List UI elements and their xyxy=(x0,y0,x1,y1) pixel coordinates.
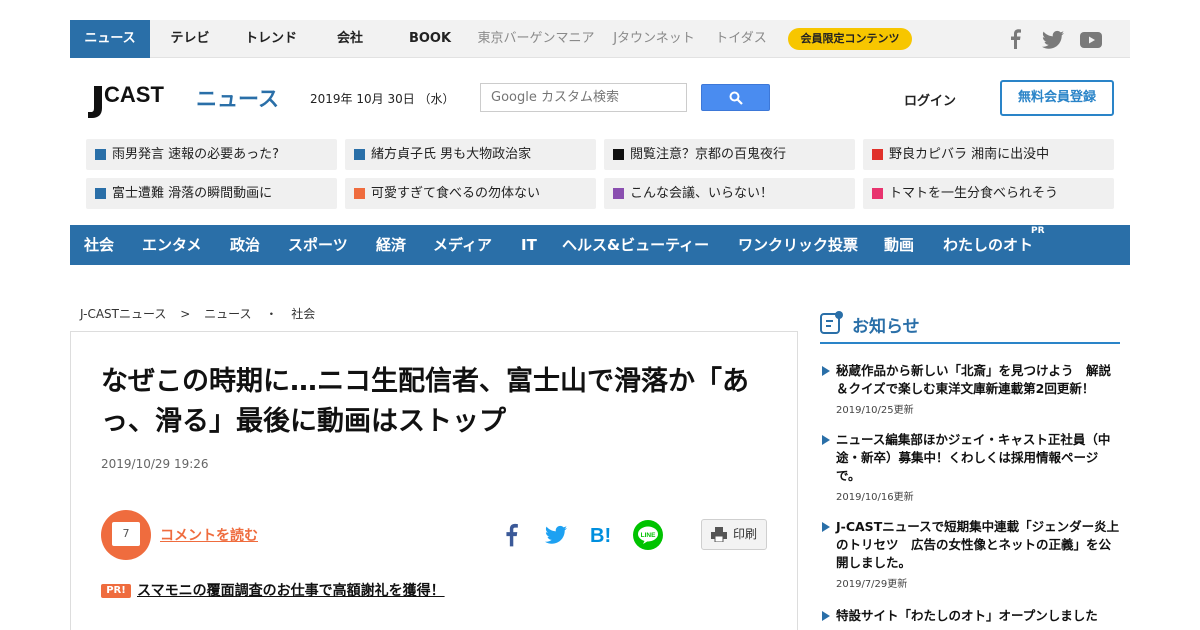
search-input[interactable] xyxy=(480,83,687,112)
notice-icon xyxy=(820,311,843,334)
printer-icon xyxy=(711,527,727,542)
notice-item[interactable]: ニュース編集部ほかジェイ・キャスト正社員（中途・新卒）募集中！くわしくは採用情報… xyxy=(822,431,1122,503)
topnav-jtown[interactable]: Jタウンネット xyxy=(608,20,700,58)
facebook-icon[interactable] xyxy=(1008,29,1022,49)
trend-label: 可愛すぎて食べるの勿体ない xyxy=(371,186,541,201)
notice-date: 2019/7/29更新 xyxy=(836,579,908,590)
notice-date: 2019/10/16更新 xyxy=(836,492,914,503)
trend-label: 雨男発言 速報の必要あった? xyxy=(112,147,280,162)
svg-text:CAST: CAST xyxy=(104,82,164,107)
cat-one-click-vote[interactable]: ワンクリック投票 xyxy=(738,225,858,265)
trend-label: 閲覧注意？京都の百鬼夜行 xyxy=(630,147,787,162)
twitter-icon[interactable] xyxy=(1042,30,1064,50)
trend-item[interactable]: 富士遭難 滑落の瞬間動画に xyxy=(86,178,337,209)
notice-text[interactable]: J-CASTニュースで短期集中連載「ジェンダー炎上のトリセツ 広告の女性像とネッ… xyxy=(836,518,1122,572)
breadcrumb-separator: ・ xyxy=(265,307,278,321)
breadcrumb-separator: > xyxy=(180,307,191,321)
cat-it[interactable]: IT xyxy=(521,225,537,265)
trend-label: トマトを一生分食べられそう xyxy=(889,186,1059,201)
notice-text[interactable]: 特設サイト「わたしのオト」オープンしました xyxy=(836,607,1122,625)
cat-politics[interactable]: 政治 xyxy=(230,225,260,265)
current-date: 2019年 10月 30日 （水） xyxy=(310,92,455,106)
trend-item[interactable]: 緒方貞子氏 男も大物政治家 xyxy=(345,139,596,170)
cat-society[interactable]: 社会 xyxy=(84,225,114,265)
article-date: 2019/10/29 19:26 xyxy=(101,457,209,471)
share-facebook-icon[interactable] xyxy=(503,520,519,550)
trend-square-icon xyxy=(95,149,106,160)
search-button[interactable] xyxy=(701,84,770,111)
article-title: なぜこの時期に…ニコ生配信者、富士山で滑落か「あっ、滑る」最後に動画はストップ xyxy=(101,366,749,437)
triangle-bullet-icon xyxy=(822,366,830,376)
trend-square-icon xyxy=(613,149,624,160)
trend-label: 富士遭難 滑落の瞬間動画に xyxy=(112,186,273,201)
trend-item[interactable]: 閲覧注意？京都の百鬼夜行 xyxy=(604,139,855,170)
breadcrumb-news[interactable]: ニュース xyxy=(204,307,251,321)
breadcrumb-home[interactable]: J-CASTニュース xyxy=(80,307,166,321)
print-label: 印刷 xyxy=(733,527,758,541)
notice-item[interactable]: 秘蔵作品から新しい「北斎」を見つけよう 解説＆クイズで楽しむ東洋文庫新連載第2回… xyxy=(822,362,1122,416)
trend-square-icon xyxy=(95,188,106,199)
read-comments-link[interactable]: コメントを読む xyxy=(160,525,258,545)
topnav-trend[interactable]: トレンド xyxy=(236,20,306,58)
share-line-icon[interactable]: LINE xyxy=(633,520,663,550)
jcast-logo[interactable]: CAST ニュース xyxy=(86,80,286,120)
trend-square-icon xyxy=(613,188,624,199)
svg-text:ニュース: ニュース xyxy=(196,87,279,111)
cat-media[interactable]: メディア xyxy=(433,225,492,265)
notice-text[interactable]: ニュース編集部ほかジェイ・キャスト正社員（中途・新卒）募集中！くわしくは採用情報… xyxy=(836,431,1122,485)
trend-label: こんな会議、いらない！ xyxy=(630,186,774,201)
cat-economy[interactable]: 経済 xyxy=(376,225,406,265)
triangle-bullet-icon xyxy=(822,435,830,445)
trend-square-icon xyxy=(354,149,365,160)
comment-count[interactable]: 7 xyxy=(112,522,140,546)
notice-text[interactable]: 秘蔵作品から新しい「北斎」を見つけよう 解説＆クイズで楽しむ東洋文庫新連載第2回… xyxy=(836,362,1122,398)
cat-video[interactable]: 動画 xyxy=(884,225,914,265)
print-button[interactable]: 印刷 xyxy=(701,519,767,550)
login-link[interactable]: ログイン xyxy=(904,90,956,109)
trend-item[interactable]: 雨男発言 速報の必要あった? xyxy=(86,139,337,170)
breadcrumb: J-CASTニュース > ニュース ・ 社会 xyxy=(80,305,325,322)
topnav-tv[interactable]: テレビ xyxy=(160,20,220,58)
topnav-toidas[interactable]: トイダス xyxy=(712,20,770,58)
share-twitter-icon[interactable] xyxy=(545,525,567,545)
pr-label: PR xyxy=(1031,226,1045,236)
svg-text:B!: B! xyxy=(590,525,611,547)
trend-item[interactable]: トマトを一生分食べられそう xyxy=(863,178,1114,209)
trend-item[interactable]: こんな会議、いらない！ xyxy=(604,178,855,209)
youtube-icon[interactable] xyxy=(1080,30,1102,50)
topnav-company[interactable]: 会社 xyxy=(325,20,375,58)
topnav-news[interactable]: ニュース xyxy=(70,20,150,58)
notice-item[interactable]: J-CASTニュースで短期集中連載「ジェンダー炎上のトリセツ 広告の女性像とネッ… xyxy=(822,518,1122,590)
pr-ad-link[interactable]: スマモニの覆面調査のお仕事で高額謝礼を獲得！ xyxy=(137,580,445,600)
notice-title: お知らせ xyxy=(852,317,920,337)
trend-square-icon xyxy=(872,149,883,160)
cat-watashi-no-oto[interactable]: わたしのオト xyxy=(943,225,1033,265)
triangle-bullet-icon xyxy=(822,522,830,532)
search-icon xyxy=(729,91,743,105)
cat-sports[interactable]: スポーツ xyxy=(288,225,348,265)
share-hatena-icon[interactable]: B! xyxy=(590,520,614,550)
notice-item[interactable]: 特設サイト「わたしのオト」オープンしました xyxy=(822,607,1122,625)
trend-square-icon xyxy=(872,188,883,199)
cat-health-beauty[interactable]: ヘルス&ビューティー xyxy=(562,225,709,265)
trend-item[interactable]: 可愛すぎて食べるの勿体ない xyxy=(345,178,596,209)
trend-square-icon xyxy=(354,188,365,199)
topnav-book[interactable]: BOOK xyxy=(402,20,458,58)
topnav-bargain[interactable]: 東京バーゲンマニア xyxy=(476,20,596,58)
trend-label: 緒方貞子氏 男も大物政治家 xyxy=(371,147,532,162)
breadcrumb-society[interactable]: 社会 xyxy=(291,307,315,321)
trend-label: 野良カピバラ 湘南に出没中 xyxy=(889,147,1050,162)
notice-date: 2019/10/25更新 xyxy=(836,405,914,416)
pr-badge: PR! xyxy=(101,584,131,598)
register-button[interactable]: 無料会員登録 xyxy=(1000,80,1114,116)
svg-text:LINE: LINE xyxy=(641,532,656,539)
cat-entertainment[interactable]: エンタメ xyxy=(142,225,202,265)
trend-item[interactable]: 野良カピバラ 湘南に出没中 xyxy=(863,139,1114,170)
member-contents-badge[interactable]: 会員限定コンテンツ xyxy=(788,28,912,50)
triangle-bullet-icon xyxy=(822,611,830,621)
top-bar xyxy=(70,20,1130,58)
